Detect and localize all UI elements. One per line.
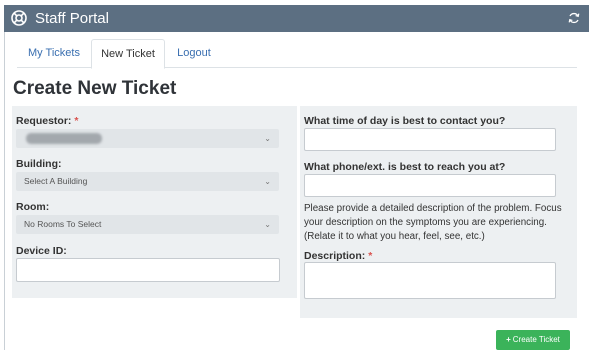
building-select[interactable]: Select A Building ⌄ xyxy=(16,172,279,191)
phone-label: What phone/ext. is best to reach you at? xyxy=(304,161,506,173)
tab-logout[interactable]: Logout xyxy=(165,39,223,68)
redacted-value xyxy=(26,133,102,144)
building-select-value: Select A Building xyxy=(24,176,88,186)
plus-icon: + xyxy=(506,335,511,344)
device-id-label: Device ID: xyxy=(16,245,67,257)
required-marker: * xyxy=(74,115,79,127)
title-bar: Staff Portal xyxy=(4,5,589,32)
contact-time-label: What time of day is best to contact you? xyxy=(304,115,506,127)
chevron-down-icon: ⌄ xyxy=(264,134,271,143)
required-marker: * xyxy=(368,250,373,262)
app-title: Staff Portal xyxy=(35,10,109,27)
chevron-down-icon: ⌄ xyxy=(264,220,271,229)
contact-time-input[interactable] xyxy=(304,128,556,151)
page-title: Create New Ticket xyxy=(13,78,177,99)
left-form-panel: Requestor: * ⌄ Building: Select A Buildi… xyxy=(12,106,297,298)
create-ticket-button[interactable]: + Create Ticket xyxy=(496,330,570,350)
room-select-value: No Rooms To Select xyxy=(24,219,102,229)
tab-bar: My Tickets New Ticket Logout xyxy=(17,39,577,69)
create-ticket-label: Create Ticket xyxy=(512,335,560,344)
description-label: Description: * xyxy=(304,250,373,262)
chevron-down-icon: ⌄ xyxy=(264,177,271,186)
tab-my-tickets[interactable]: My Tickets xyxy=(17,39,91,68)
right-form-panel: What time of day is best to contact you?… xyxy=(300,106,577,318)
room-select[interactable]: No Rooms To Select ⌄ xyxy=(16,215,279,234)
tab-new-ticket[interactable]: New Ticket xyxy=(91,39,165,69)
description-help-text: Please provide a detailed description of… xyxy=(304,203,562,242)
page-border xyxy=(4,32,5,350)
lifebuoy-icon xyxy=(11,10,27,26)
device-id-input[interactable] xyxy=(16,258,280,282)
requestor-select[interactable]: ⌄ xyxy=(16,129,279,148)
room-label: Room: xyxy=(16,201,50,213)
requestor-label: Requestor: * xyxy=(16,115,79,127)
description-textarea[interactable] xyxy=(304,262,556,299)
phone-input[interactable] xyxy=(304,174,556,197)
refresh-icon[interactable] xyxy=(567,11,581,25)
building-label: Building: xyxy=(16,158,62,170)
